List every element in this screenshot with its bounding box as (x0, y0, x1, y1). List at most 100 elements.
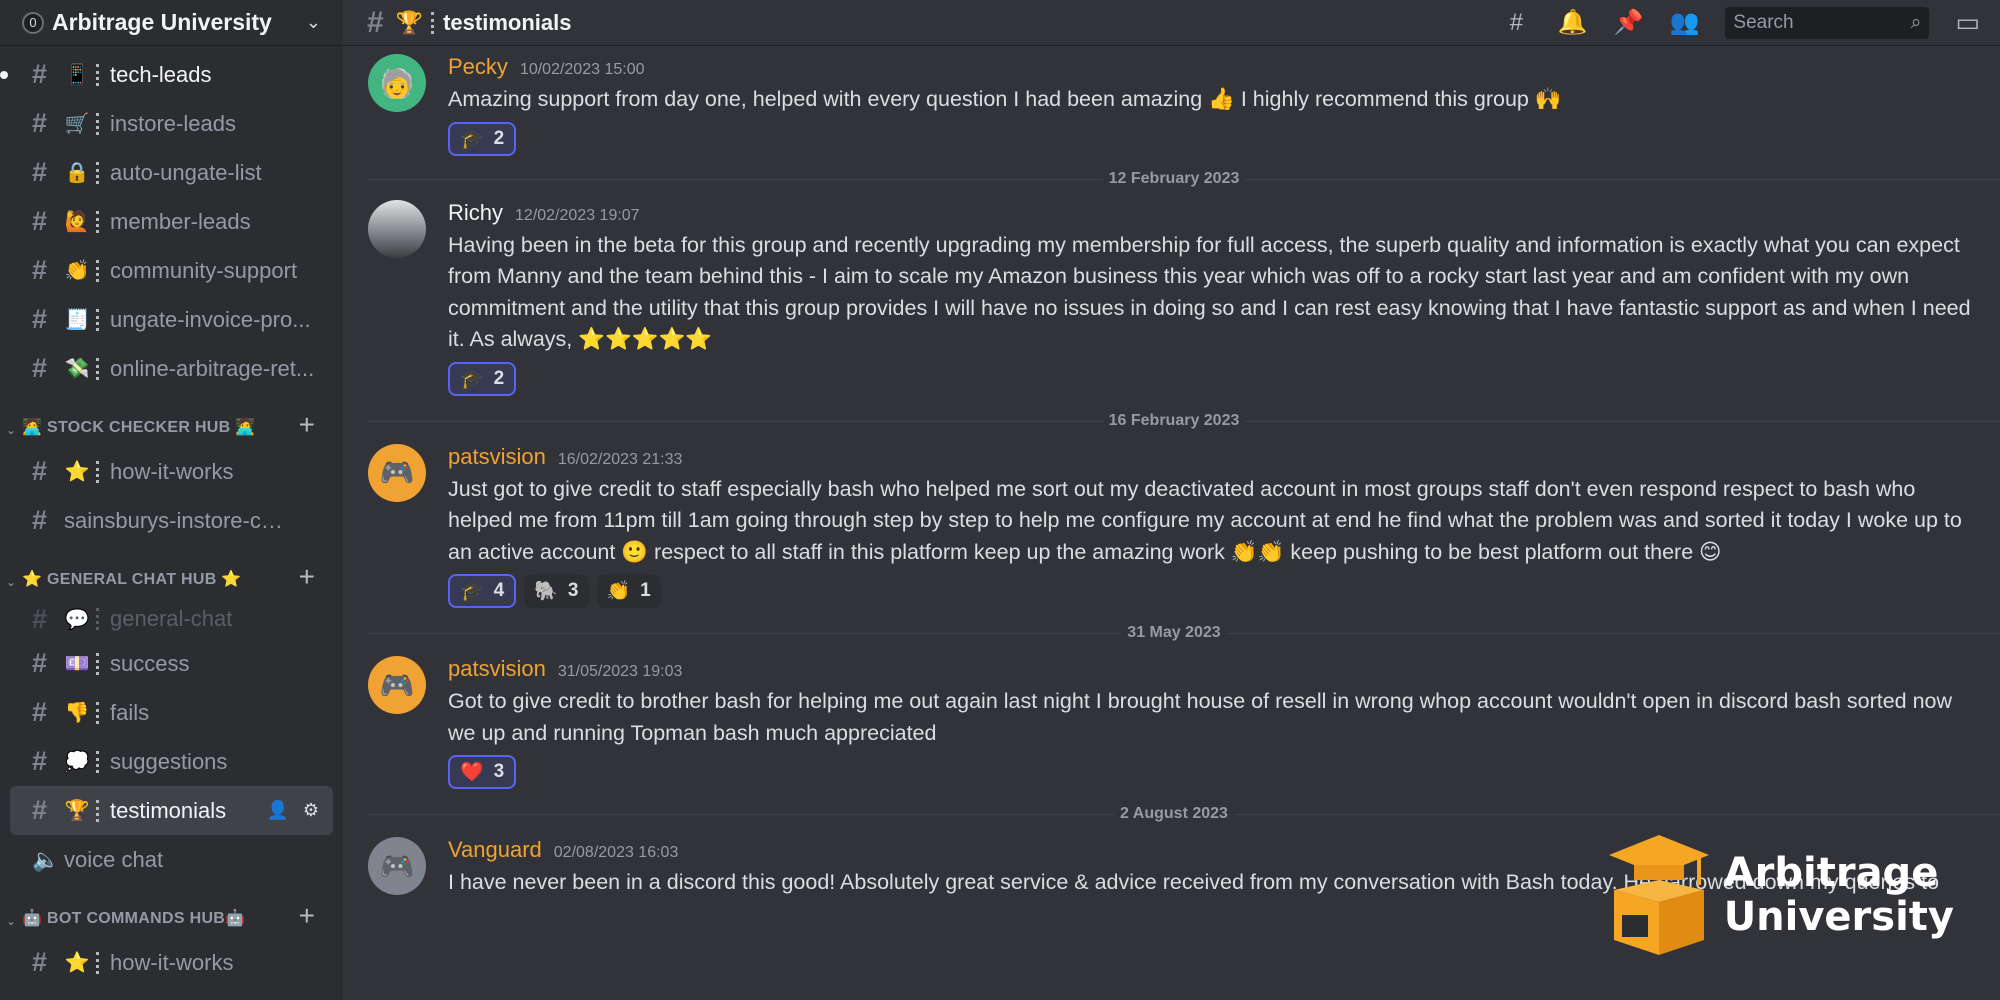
channel-online-arbitrage[interactable]: # 💸 online-arbitrage-ret... (10, 344, 333, 393)
channel-header: # 🏆 testimonials # 🔔 📌 👥 Search ⌕ ▭ (343, 0, 2000, 46)
separator (96, 112, 100, 135)
hash-icon: # (32, 353, 48, 383)
hash-icon: # (32, 108, 48, 138)
members-icon[interactable]: 👥 (1669, 8, 1699, 37)
discord-avatar-icon[interactable]: 🎮 (368, 443, 426, 502)
channel-suggestions[interactable]: # 💭 suggestions (10, 737, 333, 786)
author-name[interactable]: patsvision (448, 444, 546, 470)
avatar[interactable] (368, 199, 426, 258)
separator (96, 951, 100, 974)
category-label: ⭐ GENERAL CHAT HUB ⭐ (22, 571, 242, 588)
discord-avatar-icon[interactable]: 🎮 (368, 656, 426, 714)
reaction-count: 2 (493, 127, 505, 149)
message-text: Got to give credit to brother bash for h… (448, 689, 1953, 745)
pin-icon[interactable]: 📌 (1613, 8, 1643, 37)
chevron-down-icon: ⌄ (6, 914, 17, 928)
category-label: 🤖 BOT COMMANDS HUB🤖 (22, 910, 246, 927)
server-name: Arbitrage University (52, 9, 272, 35)
server-header[interactable]: 0 Arbitrage University ⌄ (0, 0, 343, 46)
channel-label: testimonials (110, 797, 227, 823)
threads-icon[interactable]: # (1501, 9, 1531, 37)
channel-emoji: ⭐ (64, 461, 90, 483)
channel-emoji: 👎 (64, 702, 90, 724)
channel-fails[interactable]: # 👎 fails (10, 688, 333, 737)
header-toolbar: # 🔔 📌 👥 Search ⌕ ▭ (1501, 6, 1980, 39)
reactions: 🎓 4 🐘 3 👏 1 (448, 574, 1980, 610)
channel-label: tech-leads (110, 61, 212, 87)
channel-bot-how-it-works[interactable]: # ⭐ how-it-works (10, 938, 333, 987)
timestamp: 12/02/2023 19:07 (515, 206, 640, 224)
divider-date: 31 May 2023 (1121, 624, 1227, 642)
bell-icon[interactable]: 🔔 (1557, 8, 1587, 37)
channel-auto-ungate-list[interactable]: # 🔒 auto-ungate-list (10, 148, 333, 197)
channel-success[interactable]: # 💷 success (10, 639, 333, 688)
separator (96, 259, 100, 282)
reaction-count: 3 (567, 580, 579, 601)
channel-label: how-it-works (110, 458, 234, 484)
channel-instore-leads[interactable]: # 🛒 instore-leads (10, 99, 333, 148)
hash-icon: # (32, 697, 48, 727)
reaction[interactable]: 🎓 4 (448, 574, 517, 608)
channel-how-it-works[interactable]: # ⭐ how-it-works (10, 447, 333, 496)
gear-icon[interactable]: ⚙ (303, 800, 319, 821)
channel-sainsburys-instore-check[interactable]: # sainsburys-instore-check (10, 496, 333, 545)
channel-emoji: 💭 (64, 751, 90, 773)
separator (96, 210, 100, 233)
channel-testimonials[interactable]: # 🏆 testimonials 👤 ⚙ (10, 786, 333, 835)
hash-icon: # (32, 746, 48, 776)
reaction[interactable]: 🎓 2 (448, 361, 517, 396)
separator (96, 799, 100, 822)
channel-emoji: 🏆 (395, 9, 424, 35)
channel-sidebar: 0 Arbitrage University ⌄ # 📱 tech-leads … (0, 0, 343, 1000)
search-placeholder: Search (1733, 11, 1794, 33)
channel-emoji: 📱 (64, 64, 90, 86)
hash-icon: # (32, 59, 48, 89)
channel-emoji: 💷 (64, 653, 90, 675)
logo-line-2: University (1723, 894, 1954, 940)
channel-ungate-invoice[interactable]: # 🧾 ungate-invoice-pro... (10, 295, 333, 344)
channel-member-leads[interactable]: # 🙋 member-leads (10, 197, 333, 246)
reaction[interactable]: 🐘 3 (524, 574, 589, 608)
reaction[interactable]: 🎓 2 (448, 121, 517, 156)
channel-label: sainsburys-instore-check (64, 507, 284, 533)
timestamp: 16/02/2023 21:33 (557, 450, 683, 468)
author-name[interactable]: patsvision (448, 656, 546, 682)
hash-icon: # (32, 795, 48, 825)
add-channel-icon[interactable]: + (299, 900, 315, 932)
separator (96, 308, 100, 331)
channel-title: testimonials (443, 9, 572, 35)
hash-icon: # (32, 947, 48, 977)
author-name[interactable]: Richy (448, 200, 503, 226)
add-channel-icon[interactable]: + (299, 409, 315, 441)
invite-icon[interactable]: 👤 (266, 800, 288, 821)
channel-tech-leads[interactable]: # 📱 tech-leads (0, 50, 333, 99)
discord-avatar-icon[interactable]: 🎮 (368, 837, 426, 895)
chevron-down-icon[interactable]: ⌄ (306, 12, 321, 33)
message-text: Having been in the beta for this group a… (448, 232, 1971, 352)
reaction[interactable]: 👏 1 (596, 574, 661, 608)
channel-emoji: ⭐ (64, 952, 90, 974)
search-input[interactable]: Search ⌕ (1725, 6, 1930, 39)
reaction-emoji: 👏 (606, 581, 631, 602)
message-text: Just got to give credit to staff especia… (448, 476, 1962, 564)
channel-label: general-chat (110, 606, 233, 631)
category-stock-checker[interactable]: ⌄ 🧑‍💻 STOCK CHECKER HUB 🧑‍💻 + (0, 393, 343, 447)
chevron-down-icon: ⌄ (6, 575, 17, 589)
channel-voice-chat[interactable]: 🔈 voice chat (10, 835, 333, 884)
graduation-box-icon (1608, 835, 1709, 955)
divider-date: 12 February 2023 (1102, 169, 1246, 188)
channel-general-chat[interactable]: # 💬 general-chat (10, 599, 333, 639)
add-channel-icon[interactable]: + (299, 561, 315, 593)
channel-community-support[interactable]: # 👏 community-support (10, 246, 333, 295)
reaction[interactable]: ❤️ 3 (448, 755, 517, 789)
author-name[interactable]: Pecky (448, 54, 508, 80)
author-name[interactable]: Vanguard (448, 837, 542, 863)
avatar[interactable]: 🧓 (368, 54, 426, 112)
message-list: 🧓 Pecky 10/02/2023 15:00 Amazing support… (343, 46, 2000, 899)
inbox-icon[interactable]: ▭ (1955, 7, 1980, 38)
category-general-chat[interactable]: ⌄ ⭐ GENERAL CHAT HUB ⭐ + (0, 545, 343, 599)
separator (96, 161, 100, 184)
category-bot-commands[interactable]: ⌄ 🤖 BOT COMMANDS HUB🤖 + (0, 884, 343, 938)
message: 🎮 patsvision 16/02/2023 21:33 Just got t… (368, 443, 2000, 611)
channel-emoji: 🙋 (64, 211, 90, 233)
